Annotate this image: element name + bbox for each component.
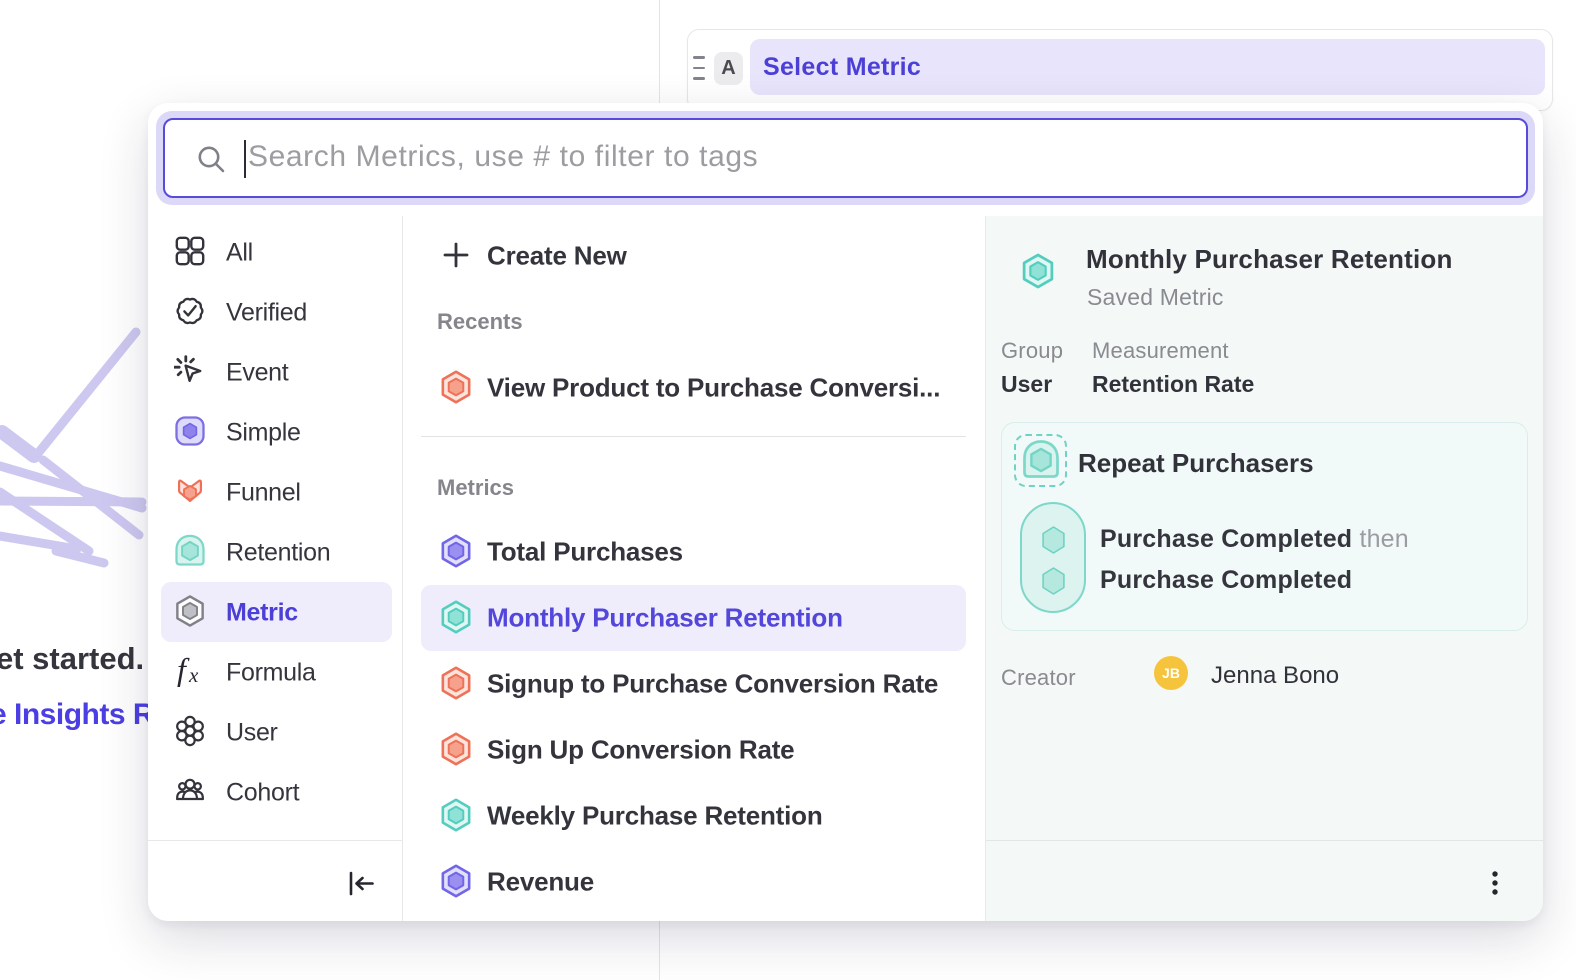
svg-text:x: x [188,663,199,687]
